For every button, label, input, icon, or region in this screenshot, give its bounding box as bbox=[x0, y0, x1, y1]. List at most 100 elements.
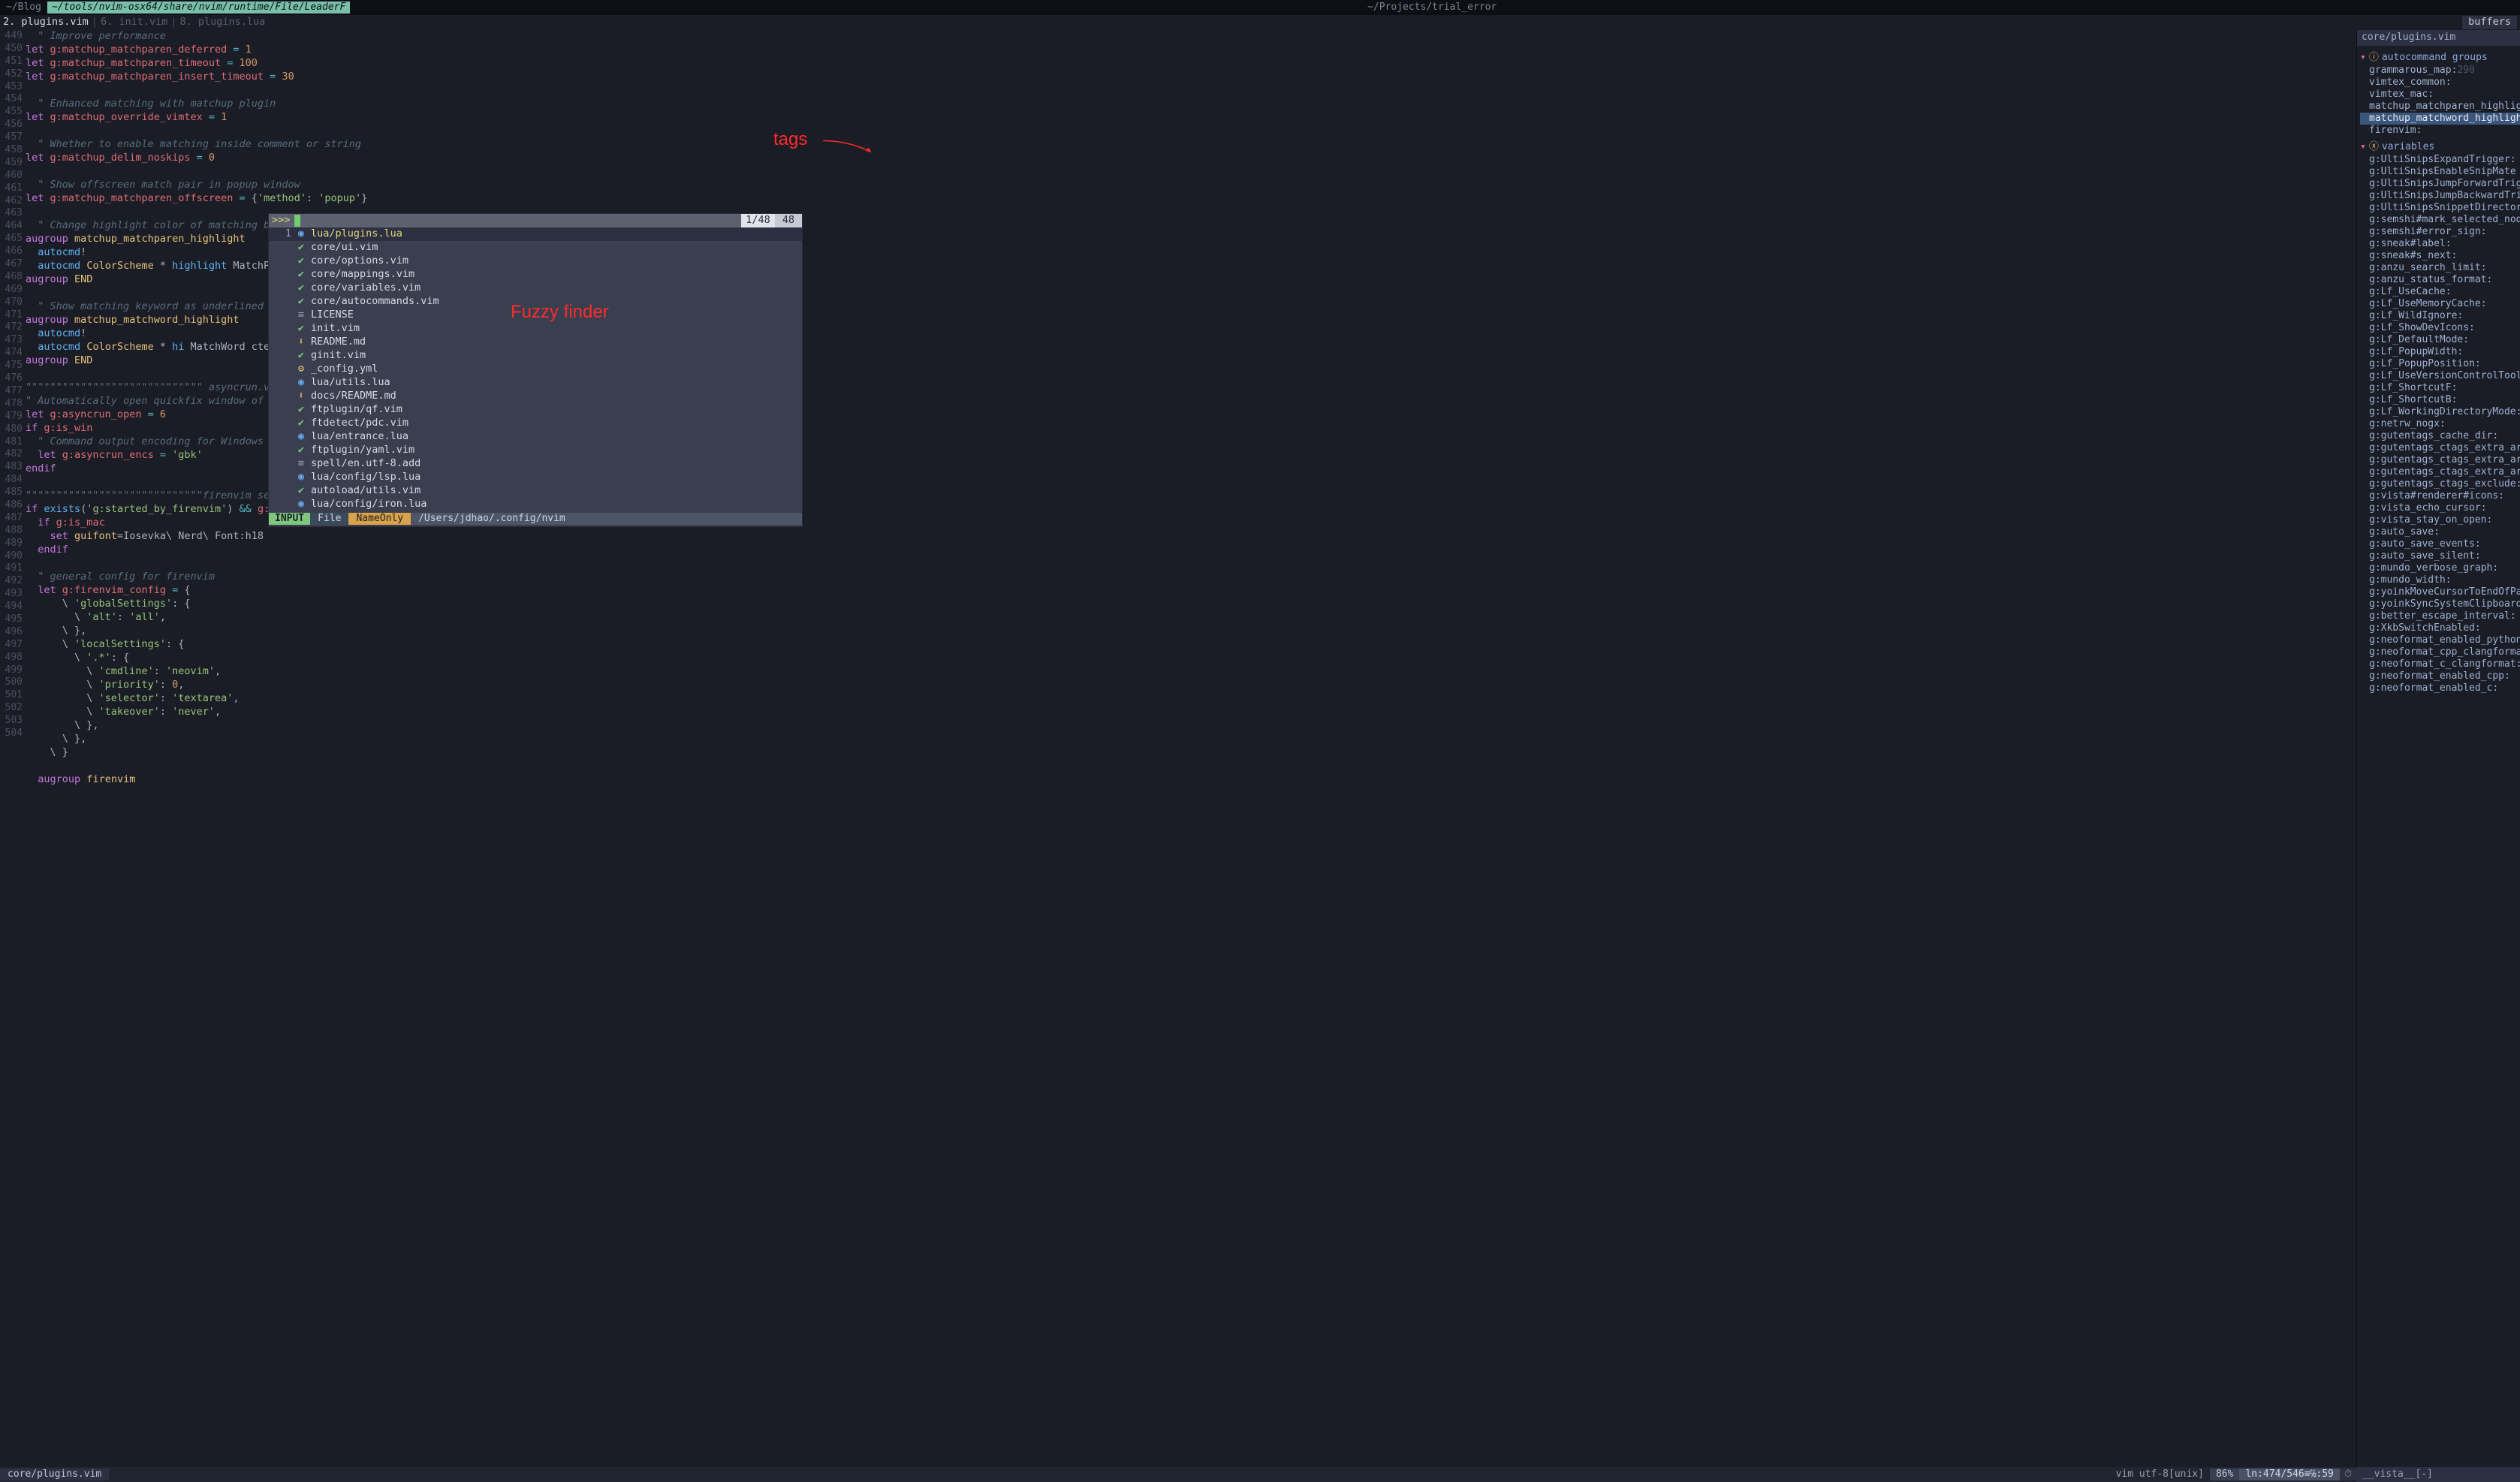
fuzzy-result-row[interactable]: ✔ core/variables.vim bbox=[269, 282, 802, 295]
sidebar-tag-item[interactable]: g:Lf_UseCache: bbox=[2360, 286, 2520, 298]
sidebar-tag-item[interactable]: g:Lf_DefaultMode: bbox=[2360, 334, 2520, 346]
sidebar-tag-item[interactable]: g:neoformat_enabled_python: bbox=[2360, 634, 2520, 646]
fuzzy-result-row[interactable]: 1 ◉ lua/plugins.lua bbox=[269, 227, 802, 241]
sidebar-tag-item[interactable]: g:Lf_ShortcutF: bbox=[2360, 382, 2520, 394]
sidebar-tag-item[interactable]: grammarous_map:290 bbox=[2360, 65, 2520, 77]
sidebar-tag-item[interactable]: matchup_matchparen_highlight bbox=[2360, 101, 2520, 113]
sidebar-tag-item[interactable]: matchup_matchword_highlight: bbox=[2360, 113, 2520, 125]
sidebar-tag-item[interactable]: g:UltiSnipsEnableSnipMate bbox=[2360, 166, 2520, 178]
fuzzy-result-row[interactable]: ◉ lua/config/lsp.lua bbox=[269, 471, 802, 484]
code-line[interactable]: \ 'takeover': 'never', bbox=[26, 706, 2356, 719]
fuzzy-finder-popup[interactable]: >>> 1/48 48 1 ◉ lua/plugins.lua ✔ core/u… bbox=[269, 214, 802, 526]
sidebar-tag-item[interactable]: vimtex_mac: bbox=[2360, 89, 2520, 101]
fuzzy-result-row[interactable]: ✔ ftdetect/pdc.vim bbox=[269, 417, 802, 430]
sidebar-tag-item[interactable]: g:UltiSnipsExpandTrigger: bbox=[2360, 154, 2520, 166]
fuzzy-result-row[interactable]: ⬇ docs/README.md bbox=[269, 390, 802, 403]
sidebar-tag-item[interactable]: g:neoformat_cpp_clangformat: bbox=[2360, 646, 2520, 658]
sidebar-tag-item[interactable]: g:neoformat_c_clangformat: bbox=[2360, 658, 2520, 670]
sidebar-tag-item[interactable]: vimtex_common: bbox=[2360, 77, 2520, 89]
code-line[interactable] bbox=[26, 557, 2356, 571]
sidebar-tag-item[interactable]: g:yoinkSyncSystemClipboardOn bbox=[2360, 598, 2520, 610]
buffer-tab-3[interactable]: 8. plugins.lua bbox=[179, 16, 265, 29]
sidebar-tag-item[interactable]: g:neoformat_enabled_c: bbox=[2360, 682, 2520, 694]
sidebar-tag-item[interactable]: g:Lf_ShowDevIcons: bbox=[2360, 322, 2520, 334]
sidebar-tag-item[interactable]: g:mundo_verbose_graph: bbox=[2360, 562, 2520, 574]
sidebar-tag-item[interactable]: g:semshi#mark_selected_nodes bbox=[2360, 214, 2520, 226]
fuzzy-result-row[interactable]: ◉ lua/utils.lua bbox=[269, 376, 802, 390]
fuzzy-result-row[interactable]: ≡ spell/en.utf-8.add bbox=[269, 457, 802, 471]
fuzzy-result-row[interactable]: ✔ core/autocommands.vim bbox=[269, 295, 802, 309]
code-line[interactable]: \ 'localSettings': { bbox=[26, 638, 2356, 652]
code-line[interactable]: \ 'alt': 'all', bbox=[26, 611, 2356, 625]
code-line[interactable]: \ 'globalSettings': { bbox=[26, 598, 2356, 611]
sidebar-tag-item[interactable]: g:vista#renderer#icons: bbox=[2360, 490, 2520, 502]
sidebar-tag-item[interactable]: g:Lf_UseVersionControlTool: bbox=[2360, 370, 2520, 382]
fuzzy-result-row[interactable]: ◉ lua/config/iron.lua bbox=[269, 498, 802, 511]
code-line[interactable]: \ 'priority': 0, bbox=[26, 679, 2356, 692]
code-line[interactable]: let g:matchup_matchparen_timeout = 100 bbox=[26, 57, 2356, 71]
code-line[interactable]: \ }, bbox=[26, 719, 2356, 733]
sidebar-tag-item[interactable]: g:Lf_PopupWidth: bbox=[2360, 346, 2520, 358]
sidebar-tag-item[interactable]: g:vista_stay_on_open: bbox=[2360, 514, 2520, 526]
code-line[interactable] bbox=[26, 125, 2356, 138]
code-line[interactable]: augroup firenvim bbox=[26, 773, 2356, 787]
code-line[interactable]: let g:matchup_matchparen_deferred = 1 bbox=[26, 44, 2356, 57]
code-line[interactable]: " Enhanced matching with matchup plugin bbox=[26, 98, 2356, 111]
buffer-tab-2[interactable]: 6. init.vim bbox=[101, 16, 167, 29]
code-line[interactable] bbox=[26, 84, 2356, 98]
sidebar-tag-item[interactable]: g:sneak#label: bbox=[2360, 238, 2520, 250]
code-line[interactable] bbox=[26, 165, 2356, 179]
sidebar-tag-item[interactable]: g:gutentags_ctags_extra_args bbox=[2360, 454, 2520, 466]
sidebar-tag-item[interactable]: g:Lf_WorkingDirectoryMode: bbox=[2360, 406, 2520, 418]
editor-pane[interactable]: 4494504514524534544554564574584594604614… bbox=[0, 30, 2356, 1467]
fuzzy-result-row[interactable]: ✔ init.vim bbox=[269, 322, 802, 336]
code-line[interactable]: let g:matchup_matchparen_insert_timeout … bbox=[26, 71, 2356, 84]
sidebar-group-variables[interactable]: ▾ⓧvariables bbox=[2360, 141, 2520, 154]
code-line[interactable]: " Show offscreen match pair in popup win… bbox=[26, 179, 2356, 192]
sidebar-tag-item[interactable]: g:UltiSnipsSnippetDirectorie bbox=[2360, 202, 2520, 214]
sidebar-tag-item[interactable]: g:yoinkMoveCursorToEndOfPast bbox=[2360, 586, 2520, 598]
sidebar-tag-item[interactable]: g:auto_save_events: bbox=[2360, 538, 2520, 550]
code-line[interactable]: let g:matchup_matchparen_offscreen = {'m… bbox=[26, 192, 2356, 206]
code-line[interactable]: \ } bbox=[26, 746, 2356, 760]
fuzzy-result-row[interactable]: ✔ autoload/utils.vim bbox=[269, 484, 802, 498]
fuzzy-result-row[interactable]: ◉ lua/entrance.lua bbox=[269, 430, 802, 444]
sidebar-group-autocmd[interactable]: ▾ⓘautocommand groups bbox=[2360, 52, 2520, 65]
code-line[interactable]: \ '.*': { bbox=[26, 652, 2356, 665]
code-line[interactable]: let g:matchup_override_vimtex = 1 bbox=[26, 111, 2356, 125]
sidebar-tag-item[interactable]: g:netrw_nogx: bbox=[2360, 418, 2520, 430]
code-line[interactable]: \ }, bbox=[26, 733, 2356, 746]
fuzzy-result-row[interactable]: ✔ core/mappings.vim bbox=[269, 268, 802, 282]
sidebar-tag-item[interactable]: g:neoformat_enabled_cpp: bbox=[2360, 670, 2520, 682]
sidebar-tag-item[interactable]: g:UltiSnipsJumpForwardTrigge bbox=[2360, 178, 2520, 190]
buffer-tab-active[interactable]: 2. plugins.vim bbox=[3, 16, 89, 29]
fuzzy-result-row[interactable]: ✔ ginit.vim bbox=[269, 349, 802, 363]
fuzzy-result-row[interactable]: ⚙ _config.yml bbox=[269, 363, 802, 376]
fuzzy-finder-input-row[interactable]: >>> 1/48 48 bbox=[269, 214, 802, 227]
fuzzy-result-row[interactable]: ✔ core/options.vim bbox=[269, 255, 802, 268]
code-line[interactable]: let g:matchup_delim_noskips = 0 bbox=[26, 152, 2356, 165]
sidebar-tag-item[interactable]: g:vista_echo_cursor: bbox=[2360, 502, 2520, 514]
sidebar-tag-item[interactable]: firenvim: bbox=[2360, 125, 2520, 137]
sidebar-tag-item[interactable]: g:gutentags_cache_dir: bbox=[2360, 430, 2520, 442]
sidebar-tag-item[interactable]: g:anzu_search_limit: bbox=[2360, 262, 2520, 274]
code-line[interactable]: " general config for firenvim bbox=[26, 571, 2356, 584]
fuzzy-result-row[interactable]: ✔ core/ui.vim bbox=[269, 241, 802, 255]
sidebar-tag-item[interactable]: g:better_escape_interval: bbox=[2360, 610, 2520, 622]
sidebar-body[interactable]: ▾ⓘautocommand groupsgrammarous_map:290vi… bbox=[2357, 46, 2520, 1467]
sidebar-tag-item[interactable]: g:auto_save_silent: bbox=[2360, 550, 2520, 562]
sidebar-tag-item[interactable]: g:mundo_width: bbox=[2360, 574, 2520, 586]
code-line[interactable]: let g:firenvim_config = { bbox=[26, 584, 2356, 598]
code-line[interactable]: " Whether to enable matching inside comm… bbox=[26, 138, 2356, 152]
code-line[interactable]: " Improve performance bbox=[26, 30, 2356, 44]
code-line[interactable]: \ }, bbox=[26, 625, 2356, 638]
sidebar-tag-item[interactable]: g:Lf_ShortcutB: bbox=[2360, 394, 2520, 406]
sidebar-tag-item[interactable]: g:gutentags_ctags_exclude: bbox=[2360, 478, 2520, 490]
fuzzy-result-row[interactable]: ✔ ftplugin/yaml.vim bbox=[269, 444, 802, 457]
sidebar-tag-item[interactable]: g:anzu_status_format: bbox=[2360, 274, 2520, 286]
fuzzy-result-row[interactable]: ⬇ README.md bbox=[269, 336, 802, 349]
sidebar-tag-item[interactable]: g:gutentags_ctags_extra_args bbox=[2360, 466, 2520, 478]
sidebar-tag-item[interactable]: g:Lf_PopupPosition: bbox=[2360, 358, 2520, 370]
sidebar-tag-item[interactable]: g:XkbSwitchEnabled: bbox=[2360, 622, 2520, 634]
sidebar-tag-item[interactable]: g:gutentags_ctags_extra_args bbox=[2360, 442, 2520, 454]
